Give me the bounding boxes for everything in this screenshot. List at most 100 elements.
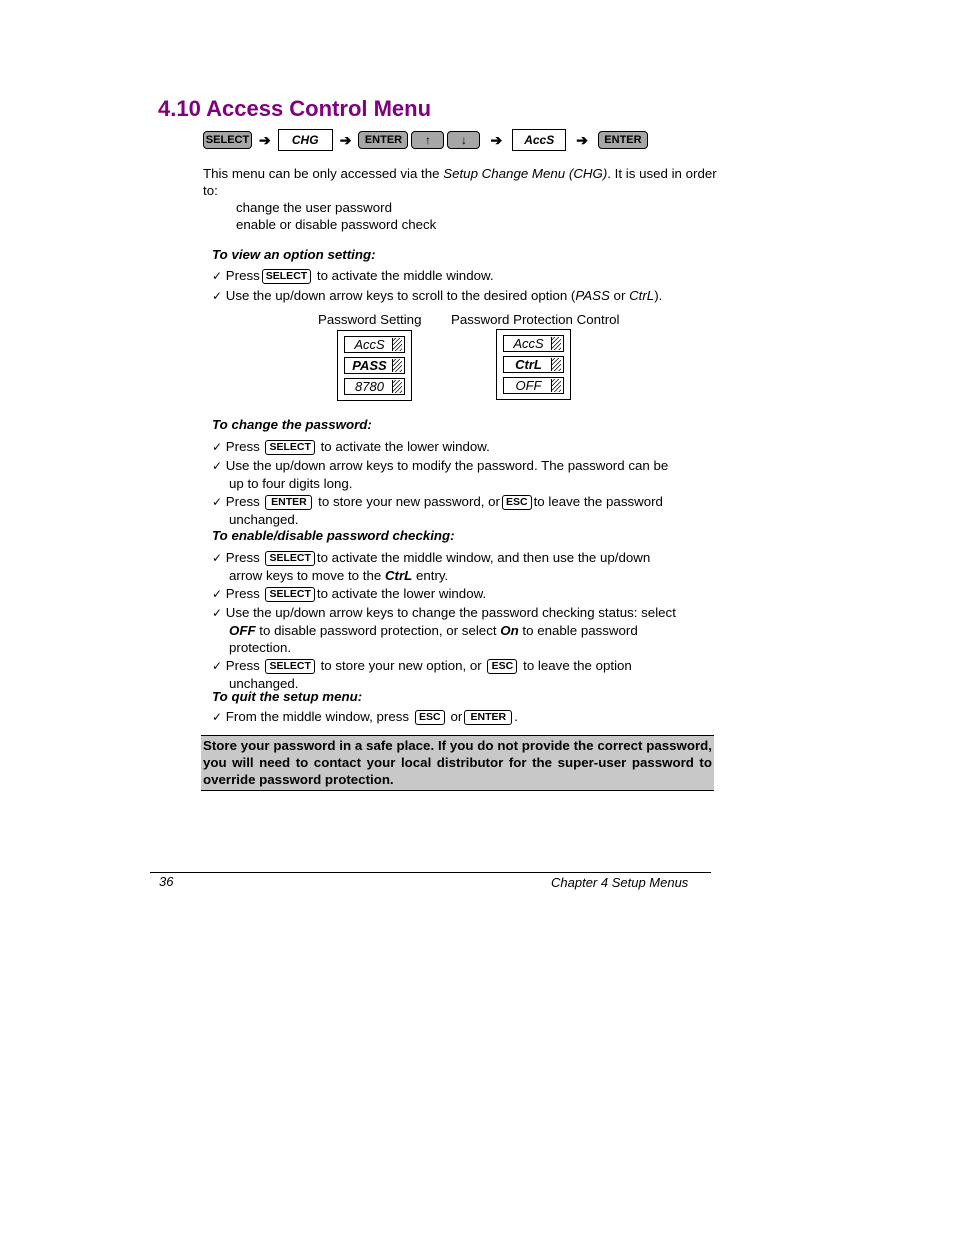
arrow-right-icon: ➔ xyxy=(259,131,271,148)
step-text: ). xyxy=(654,288,663,303)
step-text: From the middle window, press xyxy=(225,709,410,724)
step-text: to leave the option xyxy=(523,658,632,673)
enter-key: ENTER xyxy=(464,710,513,725)
display-caption: Password Setting xyxy=(318,312,422,327)
step-text: Press xyxy=(225,268,260,283)
view-steps: ✓ Press SELECT to activate the middle win… xyxy=(212,267,717,305)
enable-steps: ✓ Press SELECT to activate the middle win… xyxy=(212,549,717,692)
step-text: Press xyxy=(225,439,260,454)
display-caption: Password Protection Control xyxy=(451,312,620,327)
check-icon: ✓ xyxy=(212,440,223,454)
scroll-indicator-icon xyxy=(392,359,402,372)
arrow-right-icon: ➔ xyxy=(576,131,588,148)
enter-key: ENTER xyxy=(265,495,313,510)
display-row-lower: 8780 xyxy=(344,378,405,395)
step-text: to activate the middle window, and then … xyxy=(316,550,651,565)
step-text: entry. xyxy=(412,568,449,583)
footer-divider xyxy=(150,872,711,873)
step-text: to enable password xyxy=(518,623,638,638)
list-item: ✓ Use the up/down arrow keys to modify t… xyxy=(212,457,717,475)
scroll-indicator-icon xyxy=(392,338,402,351)
step-text: to activate the lower window. xyxy=(316,586,487,601)
chg-display: CHG xyxy=(277,129,333,151)
arrow-right-icon: ➔ xyxy=(339,131,352,148)
intro-text: This menu can be only accessed via the xyxy=(203,166,444,181)
check-icon: ✓ xyxy=(212,495,223,509)
page-number: 36 xyxy=(159,874,174,889)
change-heading: To change the password: xyxy=(212,417,372,432)
select-key: SELECT xyxy=(265,551,315,566)
display-row-middle: CtrL xyxy=(503,356,564,373)
list-item: ✓ Press SELECT to activate the middle win… xyxy=(212,267,717,285)
list-item: ✓ From the middle window, press ESC or EN… xyxy=(212,708,717,726)
option-ctrl: CtrL xyxy=(629,288,655,303)
check-icon: ✓ xyxy=(212,659,223,673)
step-text: or xyxy=(450,709,463,724)
check-icon: ✓ xyxy=(212,587,223,601)
enter-key: ENTER xyxy=(597,131,648,149)
list-item: ✓ Press SELECT to store your new option,… xyxy=(212,657,717,675)
step-text: protection. xyxy=(229,640,292,655)
check-icon: ✓ xyxy=(212,459,223,473)
step-text: OFF to disable password protection, or s… xyxy=(212,622,717,639)
step-text: up to four digits long. xyxy=(229,476,353,491)
ctrl-entry: CtrL xyxy=(384,568,413,583)
password-setting-display: AccS PASS 8780 xyxy=(337,330,412,401)
select-key: SELECT xyxy=(265,440,315,455)
step-text: Use the up/down arrow keys to scroll to … xyxy=(225,288,576,303)
display-row-lower: OFF xyxy=(503,377,564,394)
intro-item: change the user password xyxy=(236,200,392,215)
step-text: . xyxy=(514,709,518,724)
step-text: unchanged. xyxy=(229,512,299,527)
chapter-title: Chapter 4 Setup Menus xyxy=(551,875,689,890)
check-icon: ✓ xyxy=(212,269,223,283)
step-text: to store your new option, or xyxy=(320,658,482,673)
step-text: Press xyxy=(225,494,260,509)
check-icon: ✓ xyxy=(212,606,223,620)
select-key: SELECT xyxy=(265,659,315,674)
scroll-indicator-icon xyxy=(551,379,561,392)
intro-paragraph: This menu can be only accessed via the S… xyxy=(203,165,718,233)
scroll-indicator-icon xyxy=(551,358,561,371)
select-key: SELECT xyxy=(203,131,252,149)
display-row-middle: PASS xyxy=(344,357,405,374)
up-arrow-key: ↑ xyxy=(411,131,445,149)
password-protection-display: AccS CtrL OFF xyxy=(496,329,571,400)
step-text: arrow keys to move to the CtrL entry. xyxy=(212,567,717,584)
step-text: to leave the password xyxy=(533,494,663,509)
enter-key: ENTER xyxy=(358,131,409,149)
select-key: SELECT xyxy=(261,269,312,284)
step-text: Use the up/down arrow keys to change the… xyxy=(225,605,676,620)
step-text: Press xyxy=(225,586,260,601)
key-sequence: SELECT ➔ CHG ➔ ENTER ↑ ↓ ➔ AccS ➔ ENTER xyxy=(203,129,648,151)
display-row-upper: AccS xyxy=(503,335,564,352)
esc-key: ESC xyxy=(414,710,445,725)
step-text: to activate the middle window. xyxy=(316,268,494,283)
off-option: OFF xyxy=(229,623,256,638)
on-option: On xyxy=(500,623,519,638)
step-text: or xyxy=(609,288,630,303)
esc-key: ESC xyxy=(487,659,518,674)
down-arrow-key: ↓ xyxy=(447,131,481,149)
esc-key: ESC xyxy=(501,495,532,510)
intro-item: enable or disable password check xyxy=(236,217,437,232)
quit-heading: To quit the setup menu: xyxy=(212,689,363,704)
list-item: ✓ Press SELECT to activate the middle win… xyxy=(212,549,717,567)
password-warning-note: Store your password in a safe place. If … xyxy=(201,735,714,792)
section-heading: 4.10 Access Control Menu xyxy=(158,96,432,121)
step-text: to store your new password, or xyxy=(318,494,500,509)
step-text: Press xyxy=(225,550,260,565)
check-icon: ✓ xyxy=(212,710,223,724)
step-text: to activate the lower window. xyxy=(320,439,490,454)
list-item: ✓ Press SELECT to activate the lower wind… xyxy=(212,585,717,603)
list-item: ✓ Use the up/down arrow keys to scroll t… xyxy=(212,287,717,305)
enable-heading: To enable/disable password checking: xyxy=(212,528,455,543)
list-item: ✓ Press SELECT to activate the lower win… xyxy=(212,438,717,456)
step-text: Press xyxy=(225,658,260,673)
step-text: Use the up/down arrow keys to modify the… xyxy=(225,458,669,473)
display-row-upper: AccS xyxy=(344,336,405,353)
check-icon: ✓ xyxy=(212,289,223,303)
option-pass: PASS xyxy=(575,288,610,303)
step-text: arrow keys to move to the xyxy=(229,568,385,583)
list-item: ✓ Use the up/down arrow keys to change t… xyxy=(212,604,717,622)
